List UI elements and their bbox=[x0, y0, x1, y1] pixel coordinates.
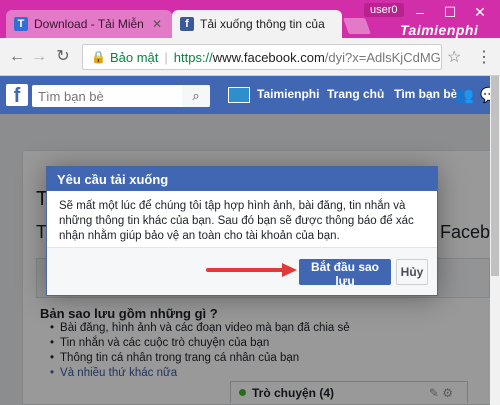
minimize-icon[interactable]: – bbox=[405, 2, 435, 22]
dialog-title: Yêu cầu tải xuống bbox=[47, 167, 437, 191]
lock-icon: 🔒 bbox=[91, 50, 106, 64]
tab-download[interactable]: T Download - Tải Miễn P ✕ bbox=[6, 10, 172, 38]
cancel-button[interactable]: Hủy bbox=[396, 259, 428, 285]
maximize-icon[interactable]: ☐ bbox=[435, 2, 465, 22]
browser-titlebar: T Download - Tải Miễn P ✕ f Tải xuống th… bbox=[0, 0, 500, 38]
url-scheme: https:// bbox=[173, 49, 213, 65]
search-icon[interactable]: ⌕ bbox=[182, 85, 210, 107]
back-arrow-icon[interactable]: ← bbox=[6, 46, 28, 68]
forward-arrow-icon[interactable]: → bbox=[28, 46, 50, 68]
nav-home-link[interactable]: Trang chủ bbox=[327, 87, 384, 101]
divider: | bbox=[164, 49, 168, 65]
start-backup-button[interactable]: Bắt đầu sao lưu bbox=[299, 259, 391, 288]
tab-close-icon[interactable]: ✕ bbox=[152, 17, 162, 31]
page-scrollbar[interactable] bbox=[490, 76, 500, 405]
bookmark-star-icon[interactable]: ☆ bbox=[447, 47, 461, 67]
new-tab-button[interactable] bbox=[343, 18, 371, 34]
friend-requests-icon[interactable]: 👥 bbox=[455, 86, 474, 104]
taimienphi-favicon-icon: T bbox=[14, 17, 28, 31]
close-window-icon[interactable]: ✕ bbox=[465, 2, 495, 22]
facebook-favicon-icon: f bbox=[180, 17, 194, 31]
reload-icon[interactable]: ↻ bbox=[52, 46, 74, 68]
nav-profile-link[interactable]: Taimienphi bbox=[257, 87, 319, 101]
tab-facebook-download[interactable]: f Tải xuống thông tin của bbox=[172, 10, 342, 38]
watermark-logo: Taimienphi bbox=[400, 22, 479, 38]
red-arrow-annotation-icon bbox=[206, 263, 297, 277]
browser-menu-icon[interactable]: ⋮ bbox=[476, 47, 492, 67]
security-label: Bảo mật bbox=[109, 49, 159, 65]
dialog-message: Sẽ mất một lúc để chúng tôi tập hợp hình… bbox=[59, 200, 414, 242]
facebook-header: f ⌕ Taimienphi Trang chủ Tìm bạn bè 👥 💬 bbox=[0, 76, 500, 114]
tab-title: Tải xuống thông tin của bbox=[200, 17, 325, 31]
tab-title: Download - Tải Miễn P bbox=[34, 17, 148, 31]
facebook-logo-icon[interactable]: f bbox=[6, 84, 28, 107]
scrollbar-thumb[interactable] bbox=[491, 76, 499, 276]
address-bar[interactable]: 🔒 Bảo mật | https://www.facebook.com/dyi… bbox=[82, 44, 442, 70]
url-host: www.facebook.com bbox=[212, 49, 325, 65]
profile-user-badge[interactable]: user0 bbox=[364, 3, 404, 17]
browser-toolbar: ← → ↻ 🔒 Bảo mật | https://www.facebook.c… bbox=[0, 38, 500, 76]
nav-find-friends-link[interactable]: Tìm bạn bè bbox=[394, 87, 457, 101]
profile-thumbnail[interactable] bbox=[228, 87, 250, 103]
url-path: /dyi?x=AdlsKjCdMG bbox=[324, 49, 441, 65]
